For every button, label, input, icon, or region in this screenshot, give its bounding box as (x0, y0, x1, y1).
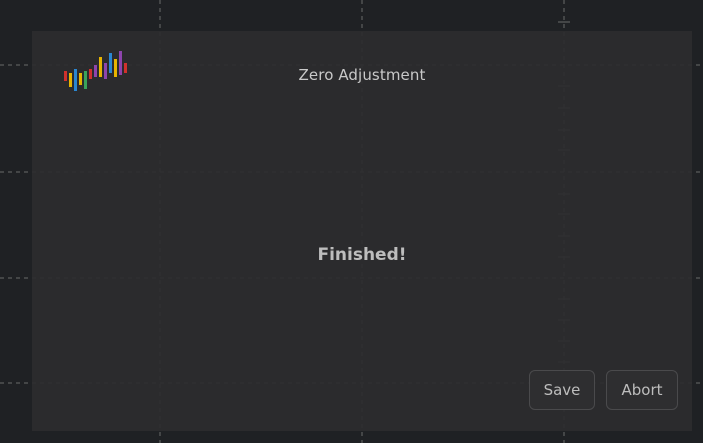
zero-adjustment-dialog: Zero Adjustment Finished! Save Abort (32, 31, 692, 431)
dialog-title: Zero Adjustment (298, 66, 426, 84)
status-message: Finished! (317, 245, 407, 265)
abort-button[interactable]: Abort (606, 370, 678, 410)
app-window: Zero Adjustment Finished! Save Abort (0, 0, 703, 443)
save-button[interactable]: Save (529, 370, 595, 410)
